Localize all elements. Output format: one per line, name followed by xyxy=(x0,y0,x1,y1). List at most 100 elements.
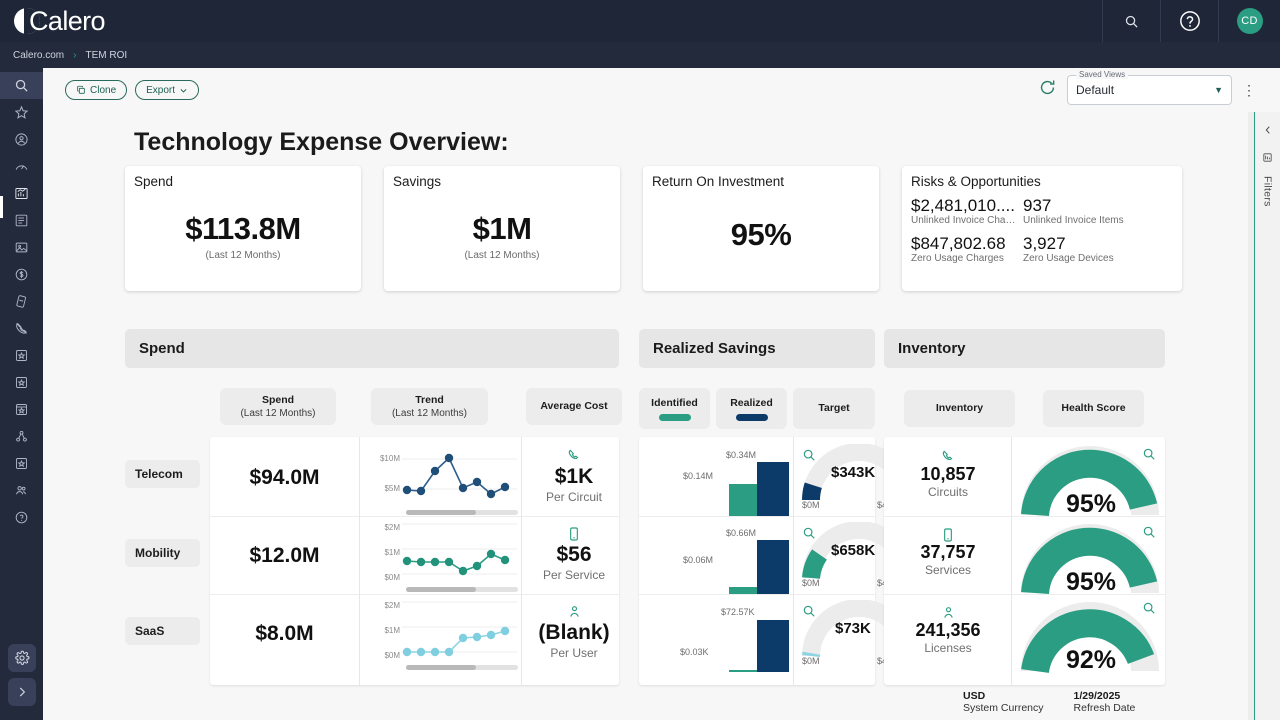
section-header-realized-savings: Realized Savings xyxy=(639,329,875,368)
export-button[interactable]: Export xyxy=(135,80,200,100)
user-menu[interactable]: CD xyxy=(1218,0,1280,42)
filters-label: Filters xyxy=(1261,176,1274,207)
rail-item-profile[interactable] xyxy=(0,126,43,153)
average-cost-telecom: $1K Per Circuit xyxy=(526,448,622,504)
kpi-subtitle: (Last 12 Months) xyxy=(464,250,540,261)
gauge-min: $0M xyxy=(802,656,820,666)
rail-item-finance[interactable] xyxy=(0,261,43,288)
column-chip-average-cost[interactable]: Average Cost xyxy=(526,388,622,425)
clone-button[interactable]: Clone xyxy=(65,80,128,100)
user-icon xyxy=(526,604,622,620)
breadcrumb-current: TEM ROI xyxy=(85,49,128,61)
section-header-spend: Spend xyxy=(125,329,619,368)
risk-cell: 937 Unlinked Invoice Items xyxy=(1023,196,1174,226)
invoice-icon xyxy=(16,295,27,308)
rail-item-users[interactable] xyxy=(0,477,43,504)
filter-icon xyxy=(1263,153,1272,162)
inventory-mobility: 37,757 Services xyxy=(888,527,1008,577)
footer-key: 1/29/2025 xyxy=(1073,690,1121,702)
rail-item-dashboard[interactable] xyxy=(0,153,43,180)
rail-item-network[interactable] xyxy=(0,423,43,450)
saved-views-select[interactable]: Saved Views Default ▼ xyxy=(1067,70,1232,105)
trend-scrollbar[interactable] xyxy=(406,587,518,592)
rail-item-reports[interactable] xyxy=(0,207,43,234)
column-chip-spend[interactable]: Spend (Last 12 Months) xyxy=(220,388,336,425)
kpi-title: Spend xyxy=(134,174,174,189)
average-cost-label: Per Circuit xyxy=(545,490,602,504)
trend-scroll-thumb[interactable] xyxy=(406,510,476,515)
phone-icon xyxy=(526,448,622,464)
help-circle-icon xyxy=(1179,11,1200,31)
trend-scroll-thumb[interactable] xyxy=(406,587,476,592)
footer-key: USD xyxy=(963,690,986,702)
realized-bar xyxy=(757,620,789,672)
rail-item-calls[interactable] xyxy=(0,315,43,342)
inventory-label: Services xyxy=(924,563,971,577)
rail-item-archive-1[interactable] xyxy=(0,342,43,369)
column-chip-trend[interactable]: Trend (Last 12 Months) xyxy=(371,388,488,425)
inventory-value: 37,757 xyxy=(920,542,976,562)
refresh-button[interactable] xyxy=(1038,78,1057,102)
chevron-down-icon xyxy=(180,88,187,93)
column-chip-inventory[interactable]: Inventory xyxy=(904,390,1015,427)
trend-scrollbar[interactable] xyxy=(406,665,518,670)
rail-active-indicator xyxy=(0,196,3,218)
trend-ytick: $0M xyxy=(384,573,400,582)
realized-label: $0.34M xyxy=(726,450,757,460)
filters-icon-button[interactable] xyxy=(1262,150,1273,168)
trend-scrollbar[interactable] xyxy=(406,510,518,515)
rail-item-archive-4[interactable] xyxy=(0,450,43,477)
kpi-value: $113.8M xyxy=(185,211,301,246)
column-chip-health-score[interactable]: Health Score xyxy=(1043,390,1144,427)
column-chip-realized[interactable]: Realized xyxy=(716,388,787,429)
rail-item-analytics[interactable] xyxy=(0,180,43,207)
topbar-actions: CD xyxy=(1102,0,1280,42)
average-cost-value: $1K xyxy=(554,465,594,488)
spend-panel: $94.0M $10M $5M $1K Per Circuit $12.0M $… xyxy=(210,437,619,685)
risk-label: Zero Usage Devices xyxy=(1023,253,1114,264)
help-button[interactable] xyxy=(1160,0,1218,42)
breadcrumb-root[interactable]: Calero.com xyxy=(13,50,64,61)
chevron-right-icon xyxy=(19,687,25,697)
realized-savings-panel: $0.14M $0.34M $0.06M $0.66M $0.03K $72.5… xyxy=(639,437,916,685)
saved-views-more-button[interactable]: ⋮ xyxy=(1242,83,1256,97)
realized-label: $72.57K xyxy=(721,607,755,617)
rail-item-favorites[interactable] xyxy=(0,99,43,126)
risk-label: Zero Usage Charges xyxy=(911,253,1004,264)
column-divider xyxy=(1011,437,1012,685)
risk-cell: $847,802.68 Zero Usage Charges xyxy=(911,234,1023,264)
column-chip-identified[interactable]: Identified xyxy=(639,388,710,429)
report-icon xyxy=(15,214,28,227)
rail-item-help[interactable] xyxy=(0,504,43,531)
row-divider xyxy=(639,594,875,595)
column-chip-target[interactable]: Target xyxy=(793,388,875,429)
rail-item-archive-2[interactable] xyxy=(0,369,43,396)
collapse-filters-button[interactable] xyxy=(1263,122,1273,140)
rail-item-invoices[interactable] xyxy=(0,288,43,315)
rail-item-media[interactable] xyxy=(0,234,43,261)
footer-value: Refresh Date xyxy=(1073,702,1136,714)
bar-chart-icon xyxy=(15,188,28,199)
risk-value: $2,481,010.... xyxy=(911,196,1015,215)
row-label-telecom[interactable]: Telecom xyxy=(125,460,200,488)
brand-logo[interactable]: Calero xyxy=(0,6,106,37)
rail-item-archive-3[interactable] xyxy=(0,396,43,423)
legend-swatch-identified xyxy=(658,413,691,421)
row-label-saas[interactable]: SaaS xyxy=(125,617,200,645)
gauge-value: $658K xyxy=(831,542,876,559)
rail-item-search[interactable] xyxy=(0,72,43,99)
footer-meta: USD System Currency 1/29/2025 Refresh Da… xyxy=(963,690,1135,714)
identified-label: $0.06M xyxy=(683,555,714,565)
row-label-mobility[interactable]: Mobility xyxy=(125,539,200,567)
risk-cell: $2,481,010.... Unlinked Invoice Cha… xyxy=(911,196,1023,226)
global-search-button[interactable] xyxy=(1102,0,1160,42)
chip-title: Average Cost xyxy=(540,400,608,412)
expand-rail-button[interactable] xyxy=(7,678,36,706)
trend-scroll-thumb[interactable] xyxy=(406,665,476,670)
settings-button[interactable] xyxy=(7,644,36,672)
action-bar: Clone Export Saved Views Default ▼ ⋮ xyxy=(43,68,1280,112)
rail-bottom-actions xyxy=(0,638,43,712)
action-bar-right: Saved Views Default ▼ ⋮ xyxy=(1038,70,1280,105)
footer-refresh-date: 1/29/2025 Refresh Date xyxy=(1074,690,1136,714)
clone-label: Clone xyxy=(90,84,117,96)
